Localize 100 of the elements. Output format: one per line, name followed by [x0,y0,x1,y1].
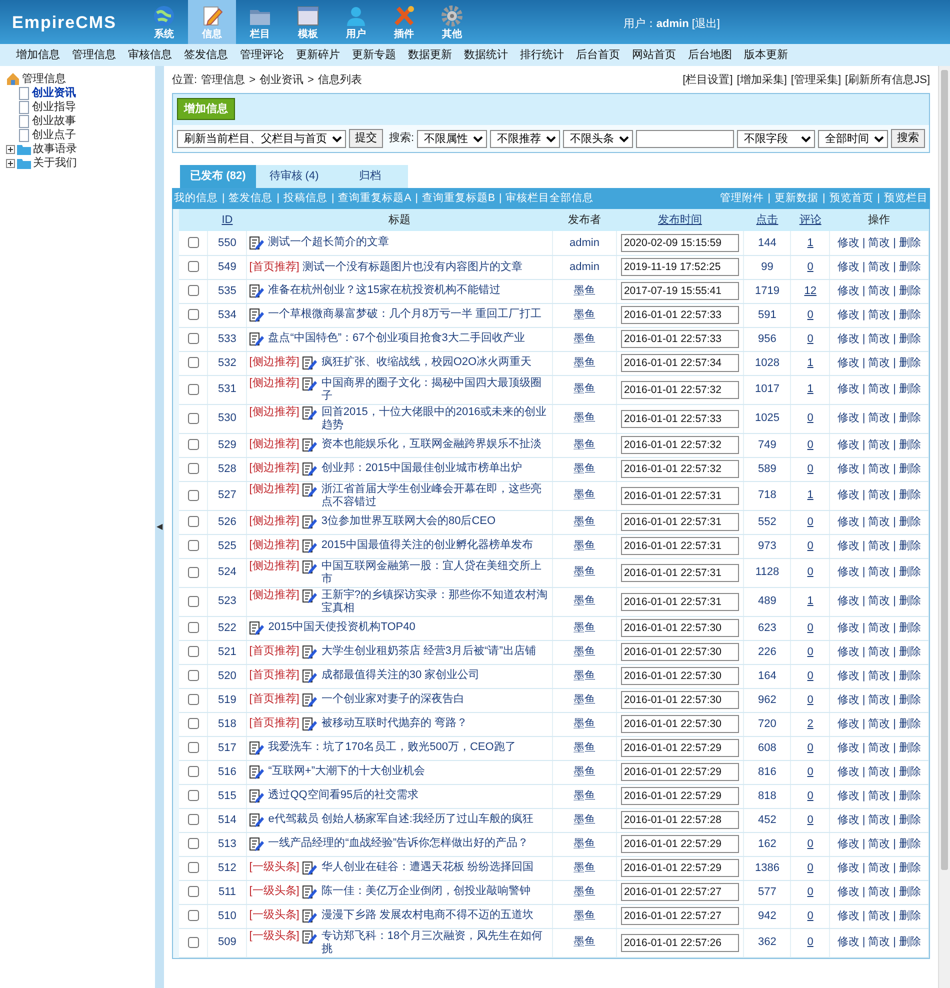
action-link[interactable]: 简改 [868,862,890,874]
action-link[interactable]: 修改 [837,308,860,321]
action-link[interactable]: 删除 [899,438,922,451]
action-link[interactable]: 简改 [868,383,890,396]
publish-time-field[interactable]: 2016-01-01 22:57:33 [620,410,739,428]
tree-item[interactable]: 管理信息 [22,70,66,88]
action-link[interactable]: 删除 [899,260,922,273]
comment-count-link[interactable]: 1 [807,489,814,502]
comment-count-link[interactable]: 0 [807,462,814,475]
action-link[interactable]: 简改 [868,742,890,754]
article-title-link[interactable]: 2015中国天使投资机构TOP40 [268,620,550,634]
article-title-link[interactable]: 一线产品经理的“血战经验”告诉你怎样做出好的产品？ [268,836,550,850]
comment-count-link[interactable]: 0 [807,862,814,874]
action-link[interactable]: 删除 [899,622,922,634]
article-title-link[interactable]: 测试一个没有标题图片也没有内容图片的文章 [302,260,550,274]
article-title-link[interactable]: 盘点“中国特色”：67个创业项目抢食3大二手回收产业 [268,332,550,345]
row-checkbox[interactable] [188,412,199,424]
action-link[interactable]: 删除 [899,766,922,778]
search-button[interactable]: 搜索 [891,129,925,148]
publish-time-field[interactable]: 2016-01-01 22:57:31 [620,564,739,582]
publish-time-field[interactable]: 2016-01-01 22:57:31 [620,537,739,556]
publish-time-field[interactable]: 2016-01-01 22:57:33 [620,330,739,348]
action-link[interactable]: 删除 [899,790,922,802]
refresh-select[interactable]: 刷新当前栏目、父栏目与首页 [177,130,346,148]
action-link[interactable]: 简改 [868,936,890,948]
comment-count-link[interactable]: 0 [807,438,814,451]
publish-time-field[interactable]: 2016-01-01 22:57:30 [620,643,739,662]
row-checkbox[interactable] [188,646,199,658]
row-checkbox[interactable] [188,814,199,826]
action-link[interactable]: 删除 [899,308,922,321]
publish-time-field[interactable]: 2016-01-01 22:57:32 [620,436,739,454]
menu-link[interactable]: 数据更新 [402,46,458,64]
action-link[interactable]: 简改 [868,284,890,297]
action-link[interactable]: 修改 [837,489,860,502]
action-link[interactable]: 修改 [837,814,860,826]
action-link[interactable]: 删除 [899,332,922,345]
column-header[interactable]: 发布时间 [658,214,702,226]
article-title-link[interactable]: 一个草根微商暴富梦破：几个月8万亏一半 重回工厂打工 [268,308,550,321]
action-link[interactable]: 简改 [868,790,890,802]
article-title-link[interactable]: 测试一个超长简介的文章 [268,236,550,248]
tree-item[interactable]: 创业资讯 [32,84,76,102]
article-title-link[interactable]: 创业邦：2015中国最佳创业城市榜单出炉 [321,462,550,475]
article-title-link[interactable]: 漫漫下乡路 发展农村电商不得不迈的五道坎 [321,908,550,922]
comment-count-link[interactable]: 0 [807,646,814,658]
action-link[interactable]: 简改 [868,622,890,634]
action-link[interactable]: 删除 [899,356,922,369]
action-link[interactable]: 修改 [837,646,860,658]
action-link[interactable]: 删除 [899,814,922,826]
publish-time-field[interactable]: 2016-01-01 22:57:32 [620,460,739,478]
action-link[interactable]: 简改 [868,886,890,898]
action-link[interactable]: 删除 [899,862,922,874]
filter-select[interactable]: 不限推荐 [490,130,560,148]
action-link[interactable]: 简改 [868,766,890,778]
search-field[interactable] [636,130,734,148]
row-checkbox[interactable] [188,439,199,450]
action-link[interactable]: 修改 [837,284,860,297]
action-link[interactable]: 简改 [868,670,890,682]
action-link[interactable]: 删除 [899,742,922,754]
publish-time-field[interactable]: 2019-11-19 17:52:25 [620,258,739,276]
comment-count-link[interactable]: 0 [807,790,814,802]
action-link[interactable]: 删除 [899,489,922,502]
article-title-link[interactable]: 大学生创业租奶茶店 经营3月后被“请”出店铺 [321,644,550,658]
comment-count-link[interactable]: 0 [807,742,814,754]
menu-link[interactable]: 签发信息 [178,46,234,64]
action-link[interactable]: 删除 [899,670,922,682]
comment-count-link[interactable]: 0 [807,694,814,706]
publish-time-field[interactable]: 2020-02-09 15:15:59 [620,234,739,252]
publish-time-field[interactable]: 2016-01-01 22:57:31 [620,486,739,505]
action-link[interactable]: 修改 [837,595,860,608]
publish-time-field[interactable]: 2016-01-01 22:57:28 [620,811,739,830]
publish-time-field[interactable]: 2016-01-01 22:57:30 [620,691,739,710]
article-title-link[interactable]: 疯狂扩张、收缩战线，校园O2O冰火两重天 [321,356,550,369]
action-link[interactable]: 修改 [837,790,860,802]
action-link[interactable]: 修改 [837,910,860,922]
comment-count-link[interactable]: 0 [807,670,814,682]
action-link[interactable]: 简改 [868,910,890,922]
row-checkbox[interactable] [188,309,199,320]
article-title-link[interactable]: 资本也能娱乐化，互联网金融跨界娱乐不扯淡 [321,438,550,451]
action-link[interactable]: 删除 [899,236,922,248]
action-link[interactable]: 简改 [868,718,890,730]
row-checkbox[interactable] [188,490,199,501]
row-checkbox[interactable] [188,670,199,682]
tab[interactable]: 待审核 (4) [256,165,332,188]
action-link[interactable]: 修改 [837,670,860,682]
article-title-link[interactable]: 中国互联网金融第一股：宜人贷在美纽交所上市 [321,560,550,586]
row-checkbox[interactable] [188,886,199,898]
time-select[interactable]: 全部时间 [818,130,888,148]
action-link[interactable]: 修改 [837,412,860,424]
article-title-link[interactable]: 中国商界的圈子文化：揭秘中国四大最顶级圈子 [321,376,550,403]
comment-count-link[interactable]: 0 [807,838,814,850]
action-link[interactable]: 简改 [868,236,890,248]
action-link[interactable]: 修改 [837,838,860,850]
action-link[interactable]: 修改 [837,622,860,634]
top-link[interactable]: [管理采集] [790,72,842,88]
comment-count-link[interactable]: 0 [807,516,814,528]
comment-count-link[interactable]: 1 [807,236,814,248]
menu-link[interactable]: 网站首页 [626,46,682,64]
action-link[interactable]: 简改 [868,260,890,273]
menu-link[interactable]: 更新碎片 [290,46,346,64]
top-link[interactable]: [增加采集] [736,72,787,88]
